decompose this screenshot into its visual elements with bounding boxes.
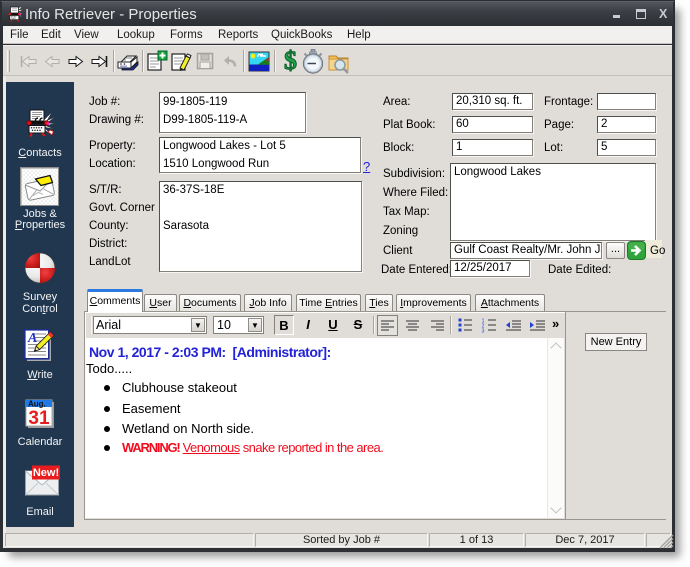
svg-text:31: 31: [28, 408, 50, 429]
svg-text:New!: New!: [33, 467, 59, 479]
svg-text:A: A: [27, 331, 37, 346]
svg-text:$: $: [284, 46, 297, 75]
svg-text:3: 3: [482, 329, 485, 335]
